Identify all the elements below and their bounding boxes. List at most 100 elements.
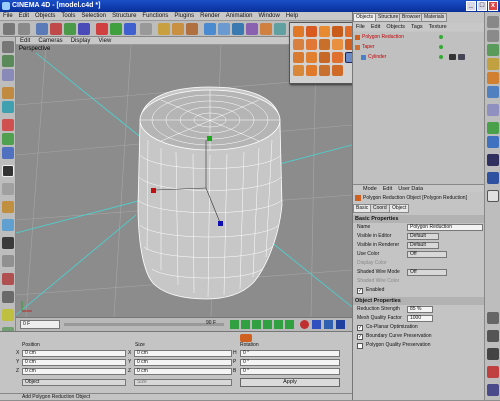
tab-object[interactable]: Object — [389, 204, 410, 213]
menu-tools[interactable]: Tools — [58, 12, 78, 21]
snap-icon[interactable] — [2, 219, 14, 231]
om-menu-edit[interactable]: Edit — [368, 24, 383, 30]
record-icon[interactable] — [300, 320, 309, 329]
mesh-deformer-icon[interactable] — [319, 65, 330, 76]
rotate-icon[interactable] — [78, 23, 90, 35]
om-menu-objects[interactable]: Objects — [383, 24, 408, 30]
phong-tag-icon[interactable] — [458, 54, 465, 60]
explosion-icon[interactable] — [293, 52, 304, 63]
texture-view-icon[interactable] — [487, 72, 499, 84]
render-settings-icon[interactable] — [186, 23, 198, 35]
taper-icon[interactable] — [332, 26, 343, 37]
cloud-icon[interactable] — [487, 136, 499, 148]
y-axis-icon[interactable] — [110, 23, 122, 35]
move-icon[interactable] — [50, 23, 62, 35]
wind-icon[interactable] — [319, 39, 330, 50]
size-z-field[interactable]: 0 cm — [134, 368, 232, 375]
position-y-field[interactable]: 0 cm — [22, 359, 126, 366]
array-icon[interactable] — [246, 23, 258, 35]
am-menu-user-data[interactable]: User Data — [395, 186, 426, 192]
viewport-canvas[interactable] — [16, 45, 352, 317]
co-planar-optimization-checkbox[interactable]: ✓ — [357, 325, 363, 331]
close-button[interactable]: x — [488, 1, 498, 11]
menu-selection[interactable]: Selection — [78, 12, 109, 21]
use-texture-mode-icon[interactable] — [2, 87, 14, 99]
visible-in-renderer-select[interactable]: Default — [407, 242, 439, 249]
view-pan-icon[interactable] — [487, 330, 499, 342]
use-points-tool-icon[interactable] — [2, 119, 14, 131]
play-forward-icon[interactable] — [263, 320, 272, 329]
viewport-menu-cameras[interactable]: Cameras — [34, 37, 66, 45]
autokey-icon[interactable] — [312, 320, 321, 329]
step-forward-icon[interactable] — [274, 320, 283, 329]
menu-file[interactable]: File — [0, 12, 16, 21]
menu-edit[interactable]: Edit — [16, 12, 32, 21]
boundary-curve-preservation-checkbox[interactable]: ✓ — [357, 334, 363, 340]
tweak-mode-icon[interactable] — [2, 201, 14, 213]
render-picture-viewer-icon[interactable] — [172, 23, 184, 35]
tab-materials[interactable]: Materials — [421, 13, 448, 22]
viewport-menu-edit[interactable]: Edit — [16, 37, 34, 45]
visible-in-editor-select[interactable]: Default — [407, 233, 439, 240]
menu-functions[interactable]: Functions — [139, 12, 171, 21]
spherify-icon[interactable] — [319, 52, 330, 63]
apply-button[interactable]: Apply — [240, 378, 340, 387]
list-item[interactable]: Polygon Reduction — [355, 34, 483, 42]
camera-rotate-icon[interactable] — [487, 44, 499, 56]
perspective-viewport[interactable]: Perspective — [16, 45, 352, 317]
layout-switch-icon[interactable] — [487, 58, 499, 70]
reduction-strength-field[interactable]: 85 % — [407, 306, 433, 313]
viewport-menu-view[interactable]: View — [94, 37, 115, 45]
menu-structure[interactable]: Structure — [109, 12, 139, 21]
x-axis-handle[interactable] — [151, 188, 156, 193]
timeline-view-icon[interactable] — [487, 154, 499, 166]
viewport-menu-display[interactable]: Display — [67, 37, 95, 45]
step-back-icon[interactable] — [241, 320, 250, 329]
brush-icon[interactable] — [2, 291, 14, 303]
enabled-check-icon[interactable] — [439, 45, 443, 49]
use-model-mode-icon[interactable] — [2, 41, 14, 53]
view-settings-icon[interactable] — [487, 384, 499, 396]
jiggle-icon[interactable] — [306, 65, 317, 76]
sculpt-icon[interactable] — [2, 255, 14, 267]
go-to-end-icon[interactable] — [285, 320, 294, 329]
use-object-mode-icon[interactable] — [2, 55, 14, 67]
position-x-field[interactable]: 0 cm — [22, 350, 126, 357]
size-x-field[interactable]: 0 cm — [134, 350, 232, 357]
menu-animation[interactable]: Animation — [223, 12, 256, 21]
enabled-check-icon[interactable] — [439, 35, 443, 39]
menu-help[interactable]: Help — [283, 12, 301, 21]
z-axis-handle[interactable] — [218, 221, 223, 226]
ffd-icon[interactable] — [293, 39, 304, 50]
tab-objects[interactable]: Objects — [353, 13, 376, 22]
shear-icon[interactable] — [319, 26, 330, 37]
spline-icon[interactable] — [218, 23, 230, 35]
menu-objects[interactable]: Objects — [32, 12, 58, 21]
coord-system-icon[interactable] — [140, 23, 152, 35]
camera-move-icon[interactable] — [487, 16, 499, 28]
use-edges-tool-icon[interactable] — [2, 133, 14, 145]
timeline-slider[interactable] — [64, 323, 224, 326]
tab-structure[interactable]: Structure — [375, 13, 402, 22]
checkerboard-icon[interactable] — [2, 165, 14, 177]
go-to-start-icon[interactable] — [230, 320, 239, 329]
menu-render[interactable]: Render — [197, 12, 223, 21]
view-orbit-icon[interactable] — [487, 348, 499, 360]
wrap-icon[interactable] — [306, 52, 317, 63]
wave-icon[interactable] — [332, 52, 343, 63]
menu-window[interactable]: Window — [255, 12, 282, 21]
paint-icon[interactable] — [2, 309, 14, 321]
bulge-icon[interactable] — [306, 26, 317, 37]
tapered-cylinder-mesh[interactable] — [137, 86, 283, 300]
y-axis-handle[interactable] — [207, 136, 212, 141]
view-zoom-icon[interactable] — [487, 312, 499, 324]
am-menu-mode[interactable]: Mode — [353, 186, 380, 192]
size-y-field[interactable]: 0 cm — [134, 359, 232, 366]
window-toggle-icon[interactable] — [487, 190, 499, 202]
am-menu-edit[interactable]: Edit — [380, 186, 395, 192]
bend-icon[interactable] — [293, 26, 304, 37]
enabled-checkbox[interactable]: ✓ — [357, 288, 363, 294]
head-icon[interactable] — [487, 122, 499, 134]
shaded-wire-mode-select[interactable]: Off — [407, 269, 447, 276]
om-menu-texture[interactable]: Texture — [426, 24, 450, 30]
